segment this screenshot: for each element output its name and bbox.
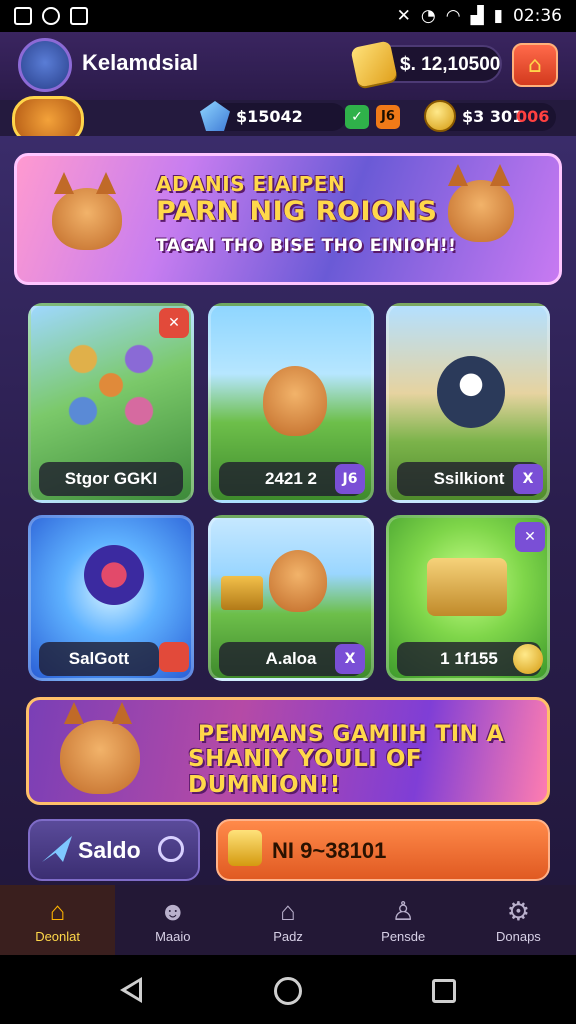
house-icon: ⌂ bbox=[280, 895, 296, 926]
game-tile-3[interactable]: Ssilkiont X bbox=[386, 303, 550, 503]
mascot-ear-icon bbox=[64, 702, 84, 724]
mute-icon: ✕ bbox=[396, 6, 411, 26]
nav-label: Deonlat bbox=[35, 928, 80, 944]
coin-icon bbox=[424, 100, 456, 132]
mascot-ear-icon bbox=[112, 702, 132, 724]
balance-value: $. 12,10500 bbox=[400, 54, 501, 75]
saldo-label: Saldo bbox=[78, 837, 141, 863]
user-icon: ♙ bbox=[391, 895, 415, 926]
close-badge[interactable]: ✕ bbox=[515, 522, 545, 552]
town-buildings-image bbox=[41, 320, 181, 450]
treasure-chest-image bbox=[221, 576, 263, 610]
nav-label: Padz bbox=[273, 928, 303, 944]
tile-label: Stgor GGKI bbox=[39, 462, 183, 496]
nav-item-user[interactable]: ♙ Pensde bbox=[346, 885, 461, 955]
profile-icon: ☻ bbox=[159, 895, 187, 926]
home-icon: ⌂ bbox=[49, 895, 66, 926]
coin-value: $3 301 bbox=[462, 107, 524, 126]
mascot-ear-icon bbox=[448, 164, 468, 186]
location-pin-icon bbox=[158, 836, 184, 862]
banner-subtitle: TAGAI THO BISE THO EINIOH!! bbox=[156, 236, 457, 256]
banner-title-1: ADANIS EIAIPEN bbox=[156, 172, 346, 196]
recents-icon[interactable] bbox=[432, 979, 456, 1003]
tile-label: SalGott bbox=[39, 642, 159, 676]
gallery-notification-icon bbox=[14, 7, 32, 25]
gold-bars-icon bbox=[228, 830, 262, 866]
nav-label: Donaps bbox=[496, 928, 541, 944]
nav-item-house[interactable]: ⌂ Padz bbox=[230, 885, 345, 955]
treasure-chest-image bbox=[427, 558, 507, 616]
wifi-icon: ◠ bbox=[445, 6, 461, 26]
check-chip[interactable]: ✓ bbox=[345, 105, 369, 129]
system-home-icon[interactable] bbox=[274, 977, 302, 1005]
treasure-orb-image bbox=[81, 538, 147, 612]
nav-label: Pensde bbox=[381, 928, 426, 944]
game-tile-6[interactable]: ✕ 1 1f155 bbox=[386, 515, 550, 681]
mascot-image bbox=[263, 366, 327, 436]
back-icon-inner bbox=[126, 982, 139, 998]
gem-value: $15042 bbox=[236, 107, 303, 126]
gear-icon: ⚙ bbox=[506, 895, 531, 926]
mascot-image bbox=[60, 720, 140, 794]
avatar[interactable] bbox=[18, 38, 72, 92]
deposit-label: NI 9~38101 bbox=[272, 838, 387, 863]
level-badge[interactable]: J6 bbox=[335, 464, 365, 494]
promo-title-1: PENMANS GAMIIH TIN A bbox=[198, 722, 505, 747]
mascot-left-image bbox=[52, 188, 122, 250]
mascot-ear-icon bbox=[54, 172, 74, 194]
nav-item-profile[interactable]: ☻ Maaio bbox=[115, 885, 230, 955]
game-tile-2[interactable]: 2421 2 J6 bbox=[208, 303, 374, 503]
house-icon: ⌂ bbox=[528, 52, 542, 78]
game-tile-4[interactable]: SalGott bbox=[28, 515, 194, 681]
username: Kelamdsial bbox=[82, 50, 199, 75]
game-tile-5[interactable]: A.aloa X bbox=[208, 515, 374, 681]
status-bar: ✕ ◔ ◠ ▟ ▮ 02:36 bbox=[0, 0, 576, 32]
red-gem-badge[interactable] bbox=[159, 642, 189, 672]
mascot-image bbox=[269, 550, 327, 612]
level-badge[interactable]: X bbox=[335, 644, 365, 674]
gold-bars-icon bbox=[350, 40, 398, 88]
promo-title-2: SHANIY YOULI OF DUMNION!! bbox=[188, 746, 423, 798]
app-notification-icon bbox=[70, 7, 88, 25]
close-badge[interactable]: ✕ bbox=[159, 308, 189, 338]
level-badge[interactable]: X bbox=[513, 464, 543, 494]
sync-notification-icon bbox=[42, 7, 60, 25]
rabbit-mascot-image bbox=[437, 356, 505, 428]
game-tile-1[interactable]: ✕ Stgor GGKI bbox=[28, 303, 194, 503]
shop-button[interactable]: ⌂ bbox=[512, 43, 558, 87]
nav-label: Maaio bbox=[155, 928, 191, 944]
bottom-nav: ⌂ Deonlat ☻ Maaio ⌂ Padz ♙ Pensde ⚙ Dona… bbox=[0, 885, 576, 955]
mascot-ear-icon bbox=[490, 164, 510, 186]
mascot-right-image bbox=[448, 180, 514, 242]
coin-icon bbox=[513, 644, 543, 674]
alarm-icon: ◔ bbox=[420, 6, 436, 26]
coin-extra: 006 bbox=[516, 107, 550, 126]
nav-item-home[interactable]: ⌂ Deonlat bbox=[0, 885, 116, 955]
status-time: 02:36 bbox=[513, 6, 562, 26]
mascot-ear-icon bbox=[96, 172, 116, 194]
battery-icon: ▮ bbox=[493, 6, 503, 26]
signal-icon: ▟ bbox=[470, 6, 484, 26]
banner-title-2: PARN NIG ROIONS bbox=[156, 196, 438, 227]
nav-item-settings[interactable]: ⚙ Donaps bbox=[461, 885, 576, 955]
level-chip[interactable]: J6 bbox=[376, 105, 400, 129]
